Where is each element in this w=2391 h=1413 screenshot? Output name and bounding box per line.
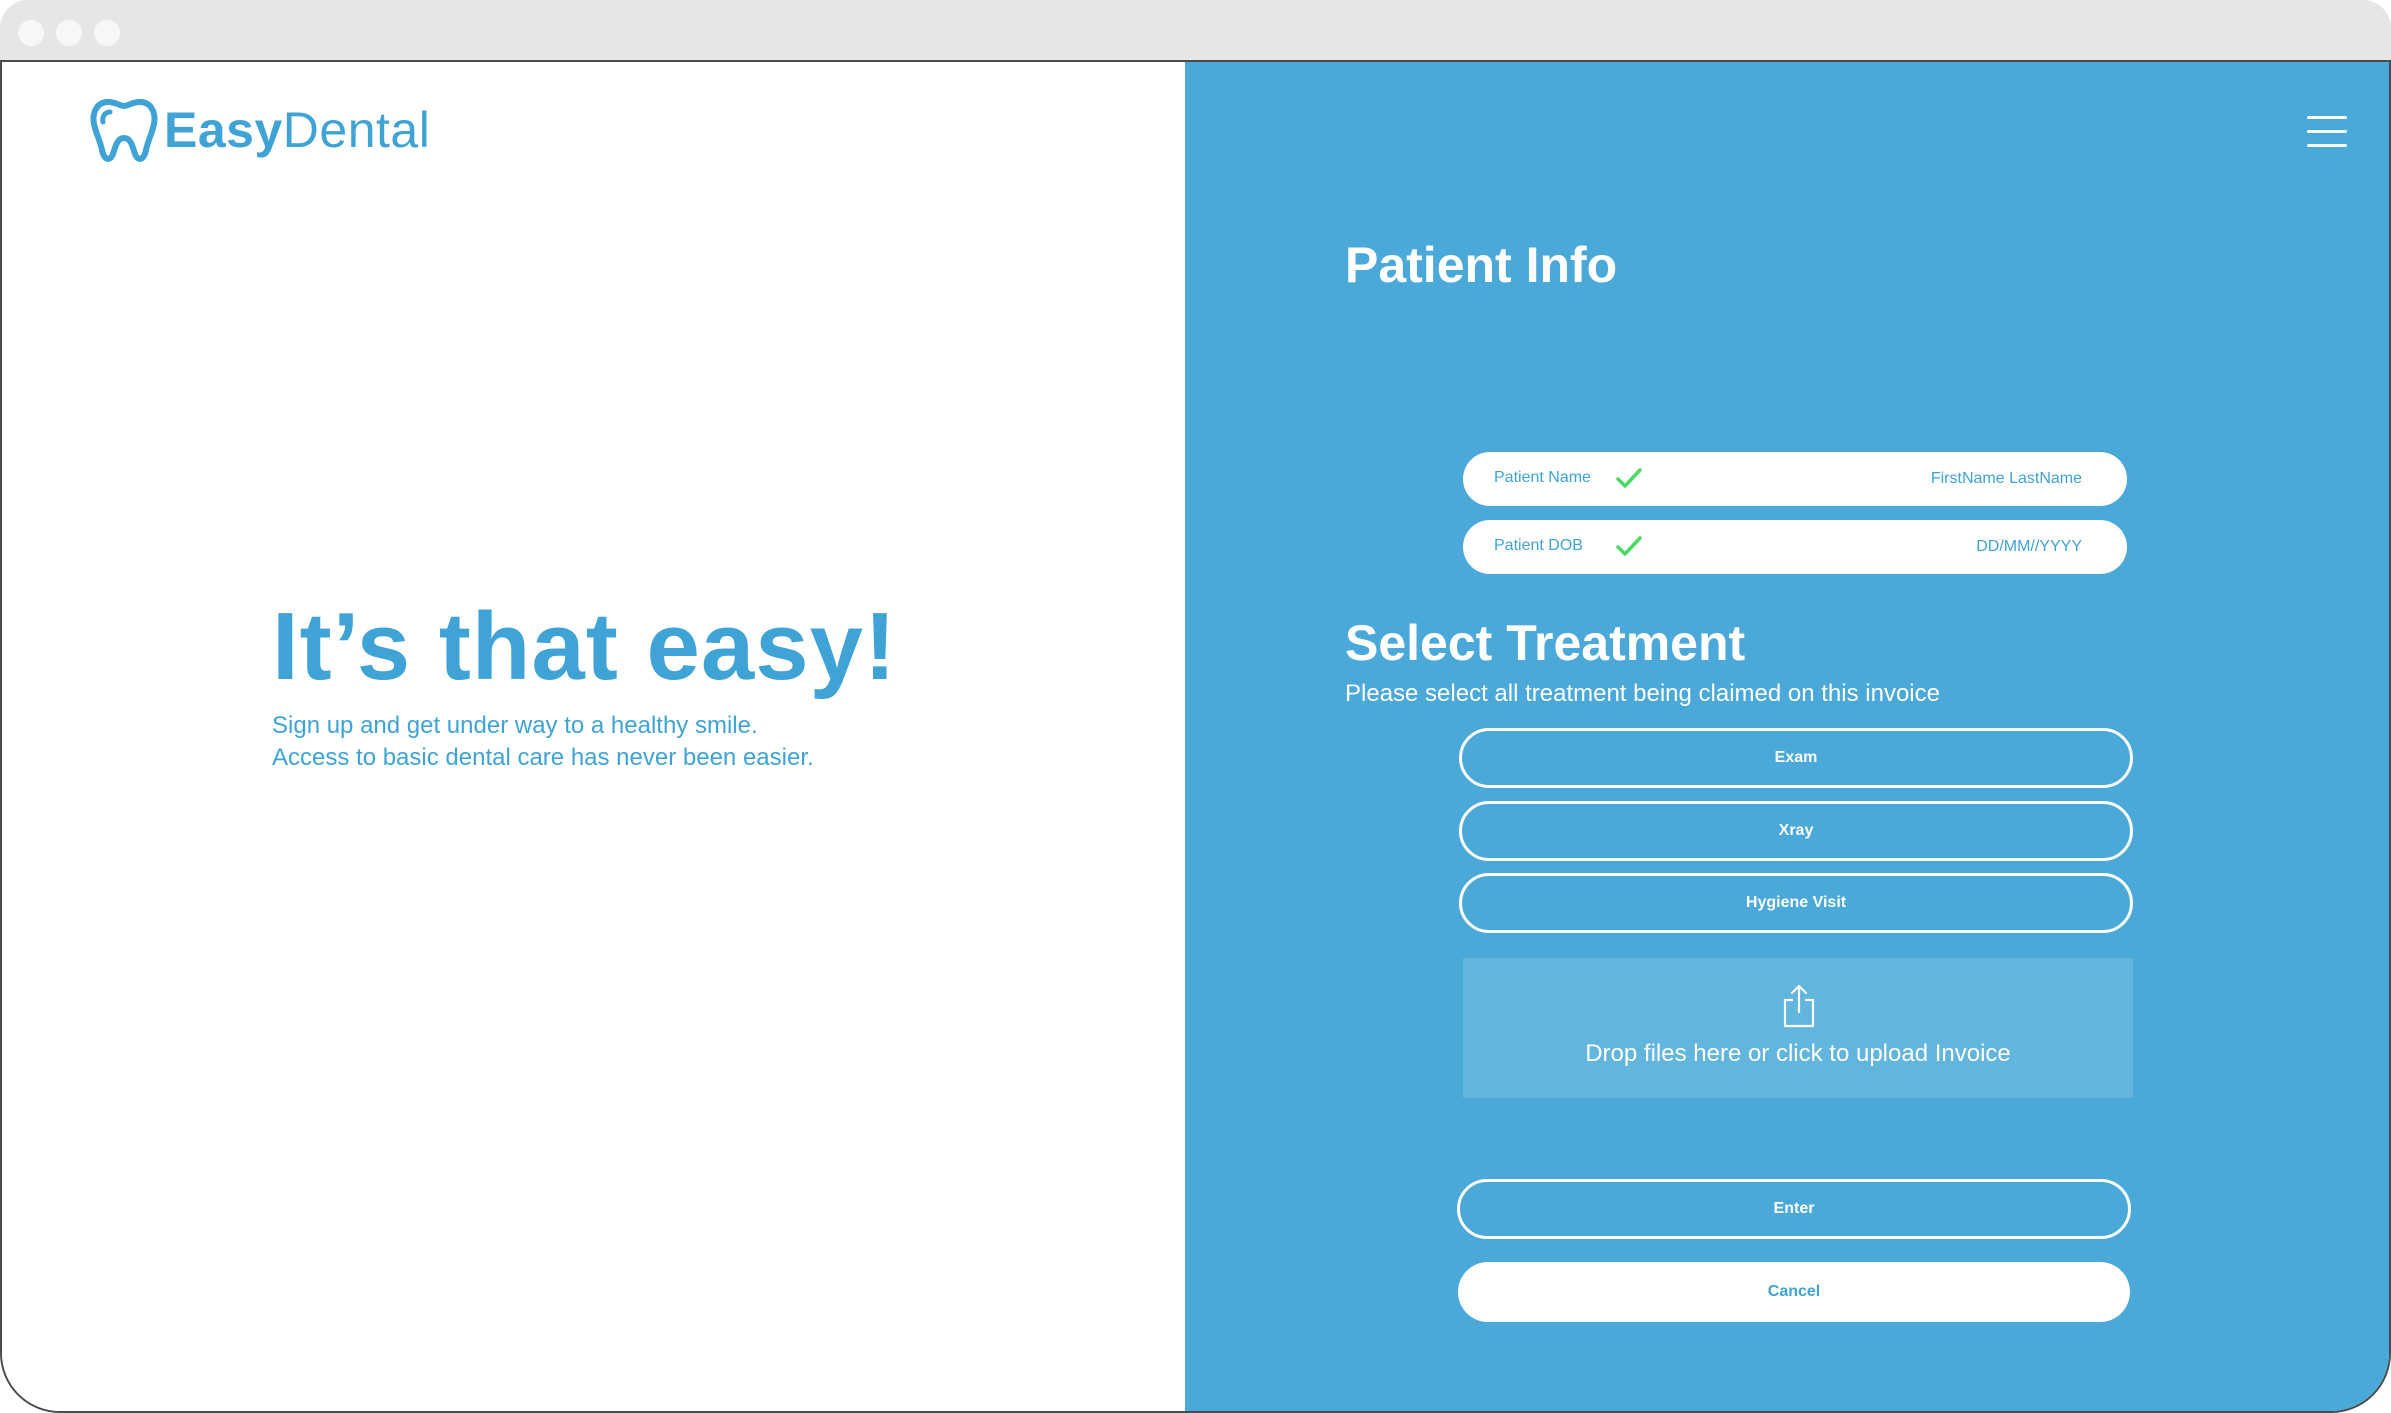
patient-dob-value: DD/MM//YYYY xyxy=(1976,538,2082,555)
brand-name-light: Dental xyxy=(282,102,431,158)
patient-name-label: Patient Name xyxy=(1494,469,1591,486)
patient-name-field[interactable]: Patient Name FirstName LastName xyxy=(1463,452,2127,506)
hero-subtitle-line2: Access to basic dental care has never be… xyxy=(272,744,814,771)
hamburger-menu-icon[interactable] xyxy=(2307,116,2347,150)
patient-dob-field[interactable]: Patient DOB DD/MM//YYYY xyxy=(1463,520,2127,574)
window-close-button[interactable] xyxy=(18,20,44,46)
patient-info-title: Patient Info xyxy=(1345,237,1618,293)
browser-title-bar xyxy=(0,0,2391,62)
cancel-button[interactable]: Cancel xyxy=(1458,1262,2130,1322)
brand-name-bold: Easy xyxy=(164,102,283,158)
window-minimize-button[interactable] xyxy=(56,20,82,46)
hero-subtitle: Sign up and get under way to a healthy s… xyxy=(272,710,814,774)
window-maximize-button[interactable] xyxy=(94,20,120,46)
hero-panel: Easy Dental It’s that easy! Sign up and g… xyxy=(2,62,1185,1411)
treatment-exam-button[interactable]: Exam xyxy=(1459,728,2133,788)
invoice-upload-dropzone[interactable]: Drop files here or click to upload Invoi… xyxy=(1463,958,2133,1098)
enter-button[interactable]: Enter xyxy=(1457,1179,2131,1239)
select-treatment-description: Please select all treatment being claime… xyxy=(1345,680,1940,707)
treatment-hygiene-visit-button[interactable]: Hygiene Visit xyxy=(1459,873,2133,933)
select-treatment-title: Select Treatment xyxy=(1345,615,1746,671)
share-upload-icon xyxy=(1783,984,1815,1028)
brand-logo[interactable]: Easy Dental xyxy=(88,94,430,166)
checkmark-icon xyxy=(1616,468,1642,488)
patient-dob-label: Patient DOB xyxy=(1494,537,1583,554)
claim-form-panel: Patient Info Patient Name FirstName Last… xyxy=(1185,62,2389,1411)
checkmark-icon xyxy=(1616,536,1642,556)
hero-subtitle-line1: Sign up and get under way to a healthy s… xyxy=(272,712,758,739)
patient-name-value: FirstName LastName xyxy=(1930,470,2082,487)
tooth-icon xyxy=(90,99,158,162)
app-window: Easy Dental It’s that easy! Sign up and g… xyxy=(0,60,2391,1413)
treatment-xray-button[interactable]: Xray xyxy=(1459,801,2133,861)
upload-instructions: Drop files here or click to upload Invoi… xyxy=(1585,1040,2011,1067)
hero-title: It’s that easy! xyxy=(272,593,897,700)
